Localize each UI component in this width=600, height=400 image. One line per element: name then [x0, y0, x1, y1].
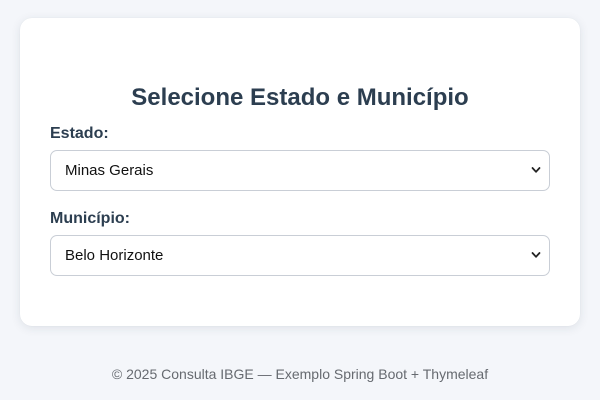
chevron-down-icon [531, 252, 541, 258]
estado-selected-value: Minas Gerais [65, 162, 154, 179]
municipio-select[interactable]: Belo Horizonte [50, 235, 550, 276]
estado-label: Estado: [50, 125, 109, 142]
estado-select[interactable]: Minas Gerais [50, 150, 550, 191]
page-title: Selecione Estado e Município [131, 84, 469, 111]
municipio-selected-value: Belo Horizonte [65, 247, 164, 264]
municipio-label: Município: [50, 210, 130, 227]
chevron-down-icon [531, 167, 541, 173]
form-card: Selecione Estado e Município Estado: Min… [20, 18, 580, 326]
page-footer: © 2025 Consulta IBGE — Exemplo Spring Bo… [111, 366, 489, 382]
